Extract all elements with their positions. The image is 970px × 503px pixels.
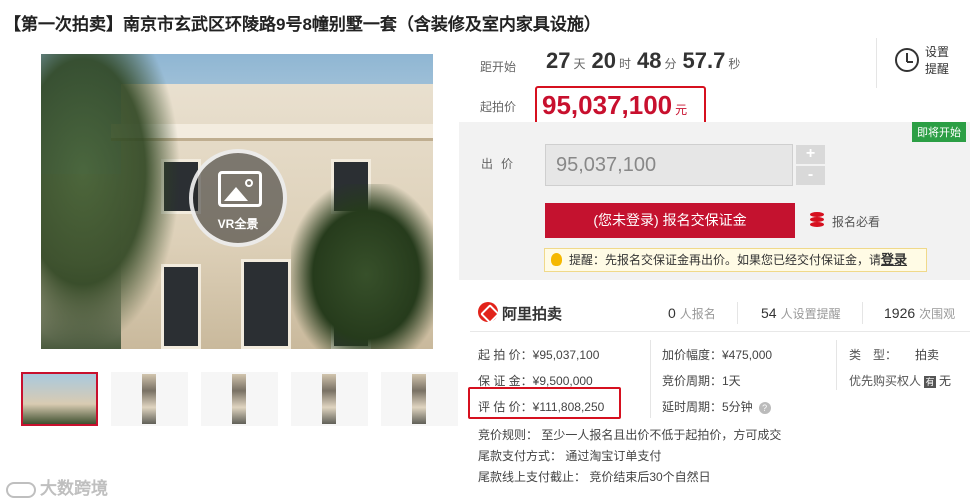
registration-guide-link[interactable]: 报名必看 — [832, 213, 880, 230]
thumbnail-2[interactable] — [111, 372, 188, 426]
detail-estimate: 评 估 价：¥111,808,250 — [478, 400, 605, 414]
set-reminder-label: 设置提醒 — [925, 45, 950, 76]
thumbnail-3[interactable] — [201, 372, 278, 426]
watermark-logo-icon — [6, 481, 36, 498]
platform-name: 阿里拍卖 — [502, 306, 563, 323]
register-deposit-button[interactable]: (您未登录) 报名交保证金 — [545, 203, 795, 238]
priority-badge: 有 — [924, 375, 937, 388]
detail-payment: 尾款支付方式： 通过淘宝订单支付 — [478, 449, 662, 463]
main-photo[interactable]: VR全景 — [41, 54, 433, 349]
decrease-bid-button[interactable]: - — [796, 166, 825, 185]
coins-icon — [810, 212, 824, 227]
detail-increment: 加价幅度：¥475,000 — [662, 348, 773, 362]
vr-label: VR全景 — [217, 217, 259, 231]
lightbulb-icon — [551, 253, 562, 266]
stat-registrations: 0 人报名 — [668, 305, 716, 321]
help-icon[interactable]: ? — [758, 401, 771, 414]
detail-priority: 优先购买权人有无 — [849, 374, 952, 388]
detail-type: 类 型： 拍卖 — [849, 348, 940, 362]
set-reminder-button[interactable]: 设置提醒 — [876, 38, 970, 88]
detail-start-price: 起 拍 价：¥95,037,100 — [478, 348, 600, 362]
increase-bid-button[interactable]: + — [796, 145, 825, 164]
thumbnail-4[interactable] — [291, 372, 368, 426]
status-badge: 即将开始 — [912, 122, 966, 142]
alarm-clock-icon — [895, 48, 919, 72]
thumbnail-5[interactable] — [381, 372, 458, 426]
ali-auction-logo-icon — [478, 302, 498, 322]
auction-page: 【第一次拍卖】南京市玄武区环陵路9号8幢别墅一套（含装修及室内家具设施） VR全… — [0, 0, 970, 503]
detail-rule: 竞价规则： 至少一人报名且出价不低于起拍价，方可成交 — [478, 428, 782, 442]
vr-panorama-button[interactable]: VR全景 — [189, 149, 287, 247]
login-link[interactable]: 登录 — [881, 252, 907, 267]
start-price-value: 95,037,100 元 — [542, 90, 688, 120]
page-title: 【第一次拍卖】南京市玄武区环陵路9号8幢别墅一套（含装修及室内家具设施） — [4, 15, 601, 34]
stat-views: 1926 次围观 — [884, 305, 956, 321]
start-price-highlight: 95,037,100 元 — [535, 86, 706, 126]
stat-reminders: 54 人设置提醒 — [761, 305, 841, 321]
detail-extension: 延时周期：5分钟? — [662, 398, 771, 415]
watermark: 大数跨境 — [6, 474, 108, 499]
countdown-label: 距开始 — [480, 60, 517, 74]
countdown: 27 天 20 时 48 分 57.7 秒 — [546, 48, 741, 73]
bid-amount-input[interactable]: 95,037,100 — [545, 144, 793, 186]
image-icon — [218, 171, 262, 207]
bid-label: 出价 — [481, 157, 522, 171]
bid-panel: 即将开始 出价 95,037,100 + - (您未登录) 报名交保证金 报名必… — [459, 122, 970, 280]
start-price-label: 起拍价 — [480, 100, 517, 114]
thumbnail-1[interactable] — [21, 372, 98, 426]
login-tip: 提醒：先报名交保证金再出价。如果您已经交付保证金，请登录 — [544, 248, 927, 272]
detail-deadline: 尾款线上支付截止： 竞价结束后30个自然日 — [478, 470, 711, 484]
detail-period: 竞价周期：1天 — [662, 374, 741, 388]
